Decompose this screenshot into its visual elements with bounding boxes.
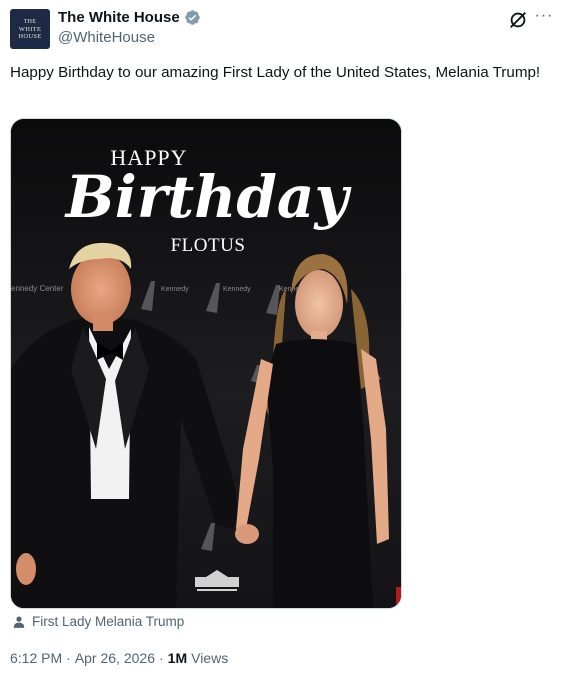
- verified-badge-icon[interactable]: [184, 9, 201, 26]
- birthday-photo: ennedy Center Kennedy Kennedy Kennedy: [11, 119, 401, 608]
- tweet-date[interactable]: Apr 26, 2026: [75, 650, 155, 666]
- more-options-icon[interactable]: ···: [534, 8, 554, 29]
- tweet-text: Happy Birthday to our amazing First Lady…: [10, 64, 541, 81]
- svg-text:Kennedy: Kennedy: [223, 286, 251, 293]
- meta-separator: ·: [66, 650, 71, 666]
- svg-text:Birthday: Birthday: [64, 163, 353, 231]
- svg-text:Kennedy: Kennedy: [161, 286, 189, 293]
- svg-text:FLOTUS: FLOTUS: [171, 235, 246, 256]
- avatar-text-line2: WHITE: [18, 25, 42, 33]
- tagged-user-row[interactable]: First Lady Melania Trump: [12, 614, 184, 629]
- views-label: Views: [191, 650, 229, 666]
- svg-text:ennedy Center: ennedy Center: [11, 284, 64, 293]
- author-name-row: The White House: [58, 9, 201, 26]
- tagged-user-label[interactable]: First Lady Melania Trump: [32, 614, 184, 629]
- tweet-meta: 6:12 PM · Apr 26, 2026 · 1M Views: [10, 650, 228, 666]
- avatar-text-line3: HOUSE: [18, 32, 42, 40]
- author-avatar[interactable]: THE WHITE HOUSE: [10, 9, 50, 49]
- tweet-header: THE WHITE HOUSE The White House @WhiteHo…: [10, 8, 554, 49]
- author-display-name[interactable]: The White House: [58, 9, 180, 26]
- meta-separator: ·: [158, 650, 164, 666]
- tweet-media-image[interactable]: ennedy Center Kennedy Kennedy Kennedy: [10, 118, 402, 609]
- avatar-text-line1: THE: [23, 18, 37, 25]
- tweet-time[interactable]: 6:12 PM: [10, 650, 62, 666]
- author-handle[interactable]: @WhiteHouse: [58, 29, 155, 46]
- person-icon: [13, 615, 25, 628]
- views-count: 1M: [167, 650, 188, 666]
- grok-icon[interactable]: [507, 9, 529, 31]
